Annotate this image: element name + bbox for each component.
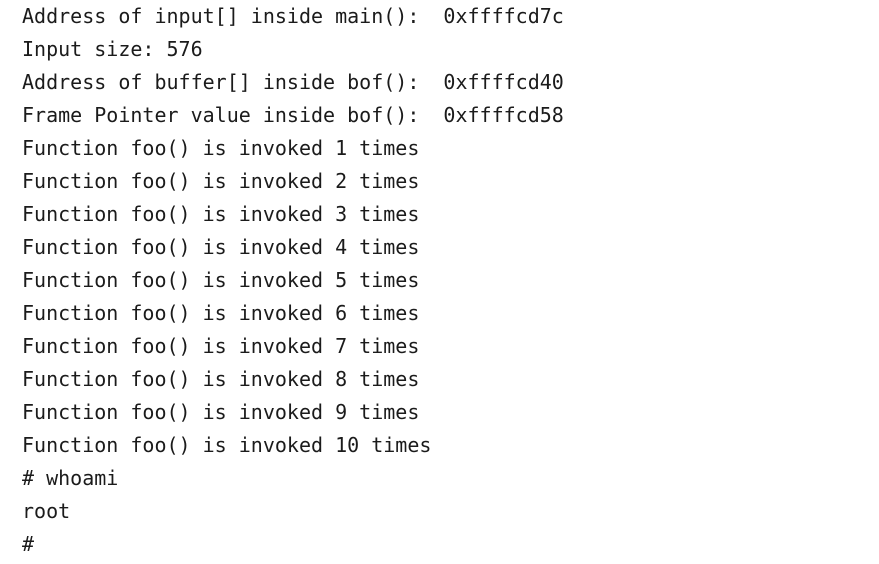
terminal-line: root	[22, 499, 71, 523]
terminal-line: Frame Pointer value inside bof(): 0xffff…	[22, 103, 564, 127]
terminal-line: Function foo() is invoked 7 times	[22, 334, 420, 358]
terminal-line: Function foo() is invoked 4 times	[22, 235, 420, 259]
terminal-line: Function foo() is invoked 10 times	[22, 433, 432, 457]
terminal-command-line: # whoami	[22, 466, 119, 490]
terminal-line: Function foo() is invoked 9 times	[22, 400, 420, 424]
terminal-prompt-line[interactable]: #	[0, 528, 879, 561]
terminal-line: Function foo() is invoked 5 times	[22, 268, 420, 292]
terminal-line: Function foo() is invoked 2 times	[22, 169, 420, 193]
terminal-output-pane[interactable]: Address of input[] inside main(): 0xffff…	[0, 0, 879, 564]
terminal-line: Function foo() is invoked 3 times	[22, 202, 420, 226]
terminal-line: Address of input[] inside main(): 0xffff…	[22, 4, 564, 28]
terminal-line: Function foo() is invoked 8 times	[22, 367, 420, 391]
terminal-line: Input size: 576	[22, 37, 203, 61]
terminal-line: Function foo() is invoked 6 times	[22, 301, 420, 325]
terminal-line: Address of buffer[] inside bof(): 0xffff…	[22, 70, 564, 94]
terminal-line: Function foo() is invoked 1 times	[22, 136, 420, 160]
